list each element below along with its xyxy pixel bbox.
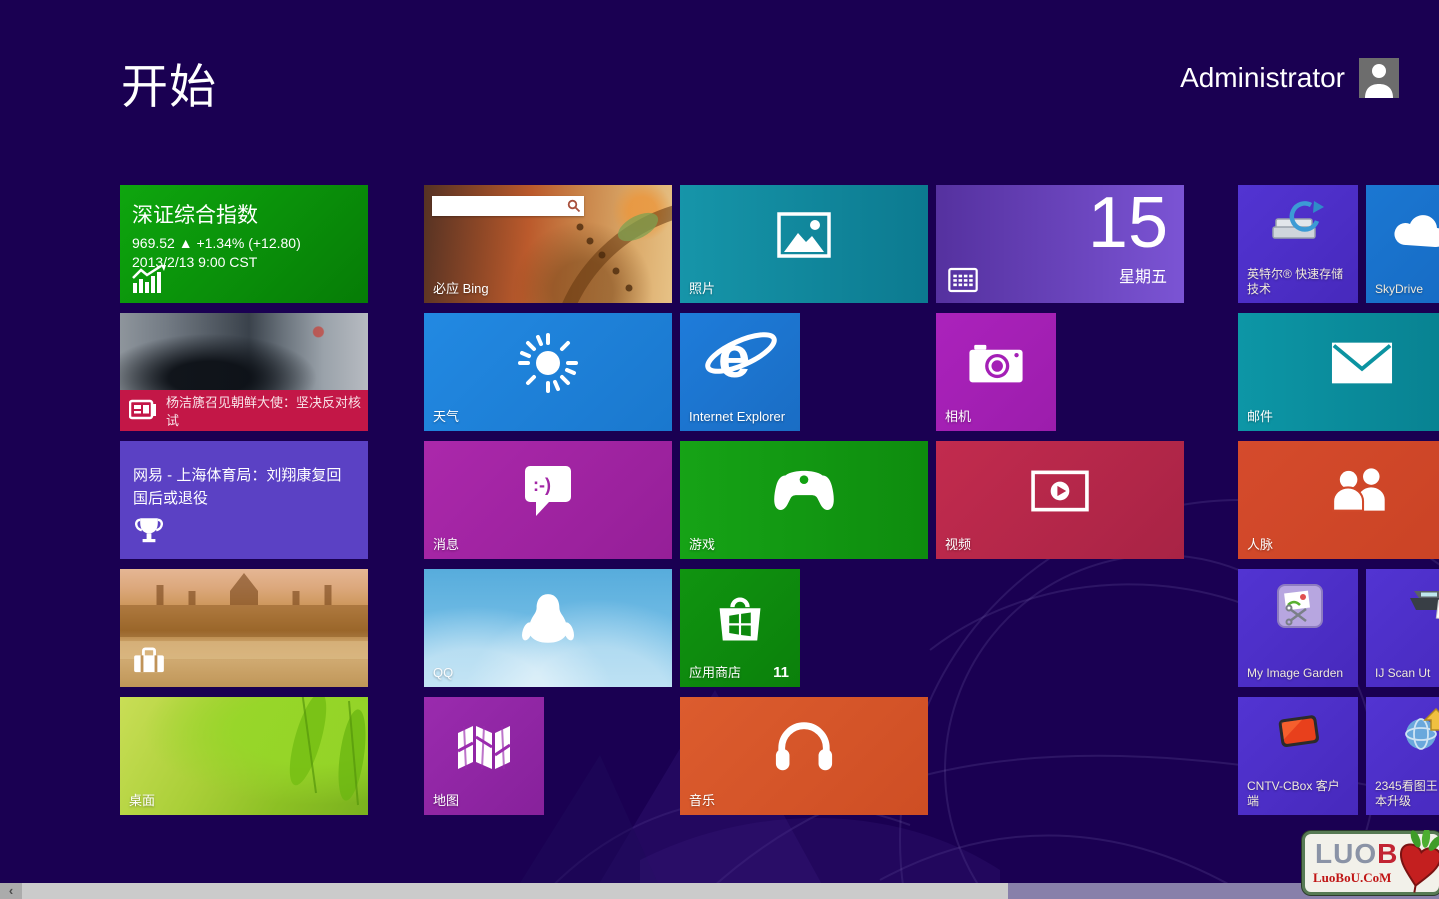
tile-bing[interactable]: 必应 Bing — [424, 185, 672, 303]
internet-explorer-logo-icon: e — [702, 321, 780, 391]
globe-update-icon — [1400, 707, 1439, 755]
newspaper-icon — [129, 398, 157, 422]
tile-mail[interactable]: 邮件 — [1238, 313, 1439, 431]
scrollbar-thumb[interactable] — [22, 883, 1008, 899]
suitcase-icon — [132, 647, 166, 673]
xbox-controller-icon — [771, 468, 837, 514]
map-icon — [456, 725, 512, 769]
tile-games[interactable]: 游戏 — [680, 441, 928, 559]
tile-label: 邮件 — [1247, 409, 1439, 425]
tile-maps[interactable]: 地图 — [424, 697, 544, 815]
page-title: 开始 — [121, 48, 217, 117]
news-banner: 杨洁篪召见朝鲜大使：坚决反对核试 — [120, 390, 368, 431]
tile-label: 桌面 — [129, 793, 360, 809]
tile-photos[interactable]: 照片 — [680, 185, 928, 303]
people-icon — [1329, 467, 1395, 515]
tile-label: CNTV-CBox 客户端 — [1247, 779, 1350, 809]
user-avatar — [1359, 58, 1399, 98]
headphones-icon — [773, 721, 835, 773]
tile-label: IJ Scan Ut — [1375, 666, 1439, 681]
tile-qq[interactable]: QQ — [424, 569, 672, 687]
penguin-icon — [519, 589, 577, 649]
watermark-caption: LuoBoU.CoM — [1313, 870, 1391, 886]
bar-chart-icon — [132, 265, 166, 293]
watermark-letters: LUOB — [1315, 838, 1398, 870]
start-screen: 开始 Administrator 深证综合指数 969.52 ▲ +1.34% … — [0, 0, 1439, 899]
tile-store[interactable]: 应用商店 11 — [680, 569, 800, 687]
tile-2345-viewer-update[interactable]: 2345看图王本升级 — [1366, 697, 1439, 815]
tile-travel-photo[interactable] — [120, 569, 368, 687]
tile-desktop[interactable]: 桌面 — [120, 697, 368, 815]
tile-weather[interactable]: 天气 — [424, 313, 672, 431]
svg-text:e: e — [718, 325, 750, 390]
tile-label: 游戏 — [689, 537, 920, 553]
tile-label: 人脉 — [1247, 537, 1439, 553]
tile-video[interactable]: 视频 — [936, 441, 1184, 559]
bing-search-box[interactable] — [432, 196, 584, 216]
store-update-badge: 11 — [773, 664, 789, 681]
scroll-left-button[interactable]: ‹ — [0, 883, 22, 899]
stock-title: 深证综合指数 — [132, 199, 356, 229]
trophy-icon — [133, 515, 165, 547]
radish-logo-icon — [1391, 830, 1439, 896]
my-image-garden-icon — [1276, 583, 1324, 629]
tile-messaging[interactable]: :-) 消息 — [424, 441, 672, 559]
tile-label: 消息 — [433, 537, 664, 553]
photo-icon — [776, 211, 832, 259]
svg-text::-): :-) — [533, 475, 551, 495]
tile-label: 地图 — [433, 793, 536, 809]
tile-label: 照片 — [689, 281, 920, 297]
netease-headline: 网易 - 上海体育局：刘翔康复回国后或退役 — [133, 465, 356, 510]
mail-envelope-icon — [1331, 341, 1393, 385]
tile-netease-sports[interactable]: 网易 - 上海体育局：刘翔康复回国后或退役 — [120, 441, 368, 559]
tile-label-line1: 2345看图王 — [1375, 779, 1438, 793]
tile-music[interactable]: 音乐 — [680, 697, 928, 815]
luobou-watermark: LUOB LuoBoU.CoM — [1302, 831, 1439, 895]
tile-label: 英特尔® 快速存储技术 — [1247, 267, 1350, 297]
tile-camera[interactable]: 相机 — [936, 313, 1056, 431]
tile-internet-explorer[interactable]: e Internet Explorer — [680, 313, 800, 431]
horizontal-scrollbar[interactable]: ‹ — [0, 883, 1439, 899]
calendar-grid-icon — [948, 267, 978, 293]
tile-label: 天气 — [433, 409, 664, 425]
calendar-day: 15 — [1088, 187, 1168, 259]
tile-stock-index[interactable]: 深证综合指数 969.52 ▲ +1.34% (+12.80) 2013/2/1… — [120, 185, 368, 303]
camera-icon — [967, 341, 1025, 385]
tile-label: Internet Explorer — [689, 409, 792, 425]
tile-label-line2: 本升级 — [1375, 794, 1411, 808]
tile-intel-rapid-storage[interactable]: 英特尔® 快速存储技术 — [1238, 185, 1358, 303]
cntv-cbox-icon — [1274, 709, 1326, 755]
user-menu[interactable]: Administrator — [1180, 58, 1399, 98]
tile-label: 相机 — [945, 409, 1048, 425]
tile-label: SkyDrive — [1375, 282, 1439, 297]
tile-cntv-cbox[interactable]: CNTV-CBox 客户端 — [1238, 697, 1358, 815]
tile-label: 2345看图王本升级 — [1375, 779, 1439, 809]
store-bag-icon — [712, 593, 768, 645]
tile-label: 音乐 — [689, 793, 920, 809]
speech-bubble-icon: :-) — [521, 464, 575, 518]
sun-icon — [516, 331, 580, 395]
cloud-icon — [1388, 207, 1439, 251]
tile-news[interactable]: 杨洁篪召见朝鲜大使：坚决反对核试 — [120, 313, 368, 431]
search-icon — [567, 199, 581, 213]
tile-my-image-garden[interactable]: My Image Garden — [1238, 569, 1358, 687]
person-icon — [1359, 58, 1399, 98]
user-name: Administrator — [1180, 62, 1345, 94]
tile-label: QQ — [433, 665, 664, 681]
tile-skydrive[interactable]: SkyDrive — [1366, 185, 1439, 303]
intel-storage-icon — [1268, 199, 1326, 245]
tile-label: My Image Garden — [1247, 666, 1350, 681]
tile-calendar[interactable]: 15 星期五 — [936, 185, 1184, 303]
calendar-weekday: 星期五 — [1119, 263, 1167, 287]
scanner-icon — [1404, 583, 1439, 627]
tile-ij-scan-utility[interactable]: IJ Scan Ut — [1366, 569, 1439, 687]
stock-price: 969.52 ▲ +1.34% (+12.80) — [132, 235, 356, 251]
tile-label: 必应 Bing — [433, 281, 664, 297]
watermark-letters-gray: LUO — [1315, 838, 1377, 869]
tile-people[interactable]: 人脉 — [1238, 441, 1439, 559]
video-player-icon — [1031, 470, 1089, 512]
tile-label: 视频 — [945, 537, 1176, 553]
news-headline: 杨洁篪召见朝鲜大使：坚决反对核试 — [166, 394, 362, 429]
